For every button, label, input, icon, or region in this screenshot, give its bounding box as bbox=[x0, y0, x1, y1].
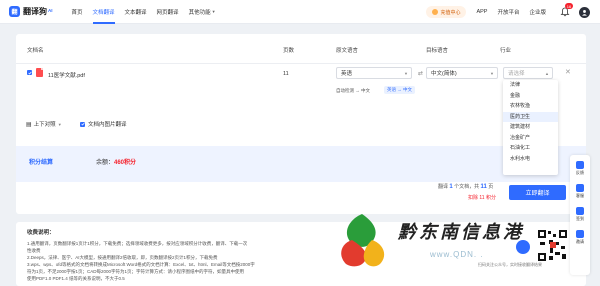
brand-ai-tag: AI bbox=[48, 7, 53, 13]
avatar[interactable] bbox=[579, 6, 590, 18]
top-navbar: 翻 翻译狗 AI 首页 文档翻译 文本翻译 网页翻译 其他功能 ▼ 充值中心 AP… bbox=[0, 0, 600, 24]
settlement-title: 积分结算 bbox=[29, 160, 54, 166]
user-icon bbox=[582, 9, 587, 16]
chevron-down-icon: ▼ bbox=[404, 71, 408, 76]
header-target-lang: 目标语言 bbox=[426, 48, 449, 54]
chevron-down-icon: ▼ bbox=[211, 9, 216, 14]
chevron-up-icon: ▲ bbox=[545, 71, 549, 76]
layout-icon: ▤ bbox=[26, 121, 32, 128]
brand-logo[interactable]: 翻 翻译狗 AI bbox=[9, 0, 53, 24]
image-translate-option[interactable]: 文档内图片翻译 bbox=[80, 120, 127, 128]
note-line: 符为1页，不足2000字按1页；CAD每2000字符为1页；字符计算方式：请小程… bbox=[27, 269, 245, 274]
headset-icon bbox=[576, 184, 584, 192]
table-header: 文档名 页数 原文语言 目标语言 行业 bbox=[16, 34, 586, 64]
image-translate-checkbox[interactable] bbox=[80, 121, 85, 127]
swap-lang-icon[interactable]: ⇄ bbox=[418, 70, 423, 77]
checkin-button[interactable]: 签到 bbox=[570, 207, 590, 222]
note-line: 3.wps、wps、ofd等格式的文档将转换成Microsoft Word格式的… bbox=[27, 262, 255, 267]
industry-option[interactable]: 冶金矿产 bbox=[503, 133, 558, 144]
balance-label: 余额： bbox=[96, 160, 115, 166]
industry-option[interactable]: 建筑建材 bbox=[503, 122, 558, 133]
industry-select[interactable]: 请选择 ▲ bbox=[503, 67, 553, 79]
qr-tip: 扫码关注公众号，实时接收翻译结果 bbox=[478, 262, 542, 267]
recharge-button[interactable]: 充值中心 bbox=[426, 6, 467, 18]
notification-badge: 16 bbox=[565, 3, 573, 9]
nav-text-translate[interactable]: 文本翻译 bbox=[120, 0, 152, 24]
remove-row-icon[interactable]: ✕ bbox=[565, 68, 571, 76]
note-line: 1.通用翻译，页数翻译按1页计1积分，下载免费；选择领域收费更多，按对应领域积分… bbox=[27, 241, 248, 246]
page-count: 11 bbox=[283, 71, 289, 77]
header-pages: 页数 bbox=[283, 48, 295, 54]
floating-toolbar: 反馈 客服 签到 邀请 bbox=[570, 155, 590, 275]
note-line: 性收费 bbox=[27, 248, 41, 253]
nav-home[interactable]: 首页 bbox=[67, 0, 88, 24]
dev-platform-link[interactable]: 开放平台 bbox=[497, 8, 519, 16]
header-industry: 行业 bbox=[500, 48, 512, 54]
auto-detect-hint: 自动检测 → 中文 bbox=[336, 88, 370, 93]
watermark-logo bbox=[341, 214, 385, 267]
nav-doc-translate[interactable]: 文档翻译 bbox=[88, 0, 120, 24]
points-settlement-bar: 积分结算 余额： 460积分 bbox=[16, 146, 586, 182]
invite-icon bbox=[576, 230, 584, 238]
industry-option[interactable]: 水利水电 bbox=[503, 154, 558, 165]
balance-value: 460积分 bbox=[114, 160, 137, 166]
row-checkbox[interactable] bbox=[27, 70, 32, 75]
check-icon bbox=[80, 122, 85, 126]
translate-summary: 翻译 1 个文档，共 11 页 bbox=[438, 184, 494, 190]
feedback-icon bbox=[576, 161, 584, 169]
header-doc-name: 文档名 bbox=[27, 48, 44, 54]
enterprise-link[interactable]: 企业版 bbox=[529, 8, 546, 16]
nav-other-features[interactable]: 其他功能 ▼ bbox=[184, 0, 221, 24]
target-lang-select[interactable]: 中文(简体) ▼ bbox=[426, 67, 498, 79]
industry-option[interactable]: 医药卫生 bbox=[503, 111, 558, 122]
file-name: 11医学文献.pdf bbox=[48, 73, 85, 79]
watermark-text: 黔东南信息港 bbox=[398, 222, 524, 243]
industry-option[interactable]: 石油化工 bbox=[503, 143, 558, 154]
note-line: 2.Deeps，法律、医学、AI大模型，按通用翻译2倍收取，即，页数翻译按2页计… bbox=[27, 255, 218, 260]
lang-pair-tag: 英语 → 中文 bbox=[384, 86, 416, 94]
source-lang-select[interactable]: 英语 ▼ bbox=[336, 67, 412, 79]
logo-mark-icon: 翻 bbox=[9, 6, 20, 17]
notes-title: 收费说明： bbox=[27, 230, 55, 236]
main-nav: 首页 文档翻译 文本翻译 网页翻译 其他功能 ▼ bbox=[67, 0, 221, 24]
chevron-down-icon: ▼ bbox=[490, 71, 494, 76]
brand-name: 翻译狗 bbox=[23, 7, 47, 16]
nav-web-translate[interactable]: 网页翻译 bbox=[152, 0, 184, 24]
calendar-icon bbox=[576, 207, 584, 215]
customer-service-button[interactable]: 客服 bbox=[570, 184, 590, 199]
points-cost: 扣除 11 积分 bbox=[468, 195, 496, 201]
customer-service-icon[interactable] bbox=[516, 240, 530, 254]
pdf-file-icon bbox=[36, 68, 43, 77]
feedback-button[interactable]: 反馈 bbox=[570, 161, 590, 176]
industry-option[interactable]: 金融 bbox=[503, 91, 558, 102]
translate-now-button[interactable]: 立即翻译 bbox=[509, 185, 566, 200]
invite-button[interactable]: 邀请 bbox=[570, 230, 590, 245]
layout-option[interactable]: ▤ 上下对照 ▼ bbox=[26, 120, 62, 129]
chevron-down-icon: ▼ bbox=[57, 121, 62, 127]
crown-icon bbox=[432, 9, 439, 15]
check-icon bbox=[27, 71, 32, 75]
app-link[interactable]: APP bbox=[476, 9, 487, 15]
industry-option[interactable]: 农林牧渔 bbox=[503, 101, 558, 112]
notification-button[interactable]: 16 bbox=[560, 3, 573, 17]
header-source-lang: 原文语言 bbox=[336, 48, 359, 54]
note-line: 使用PDF1.0 PDF1.4 纸等的关系说明，不大于0.5 bbox=[27, 276, 125, 281]
watermark-url: www.QDN. . bbox=[430, 250, 484, 259]
industry-dropdown: 法律 金融 农林牧渔 医药卫生 建筑建材 冶金矿产 石油化工 水利水电 bbox=[503, 80, 558, 175]
qr-code-icon bbox=[536, 228, 569, 263]
industry-option[interactable]: 法律 bbox=[503, 80, 558, 91]
